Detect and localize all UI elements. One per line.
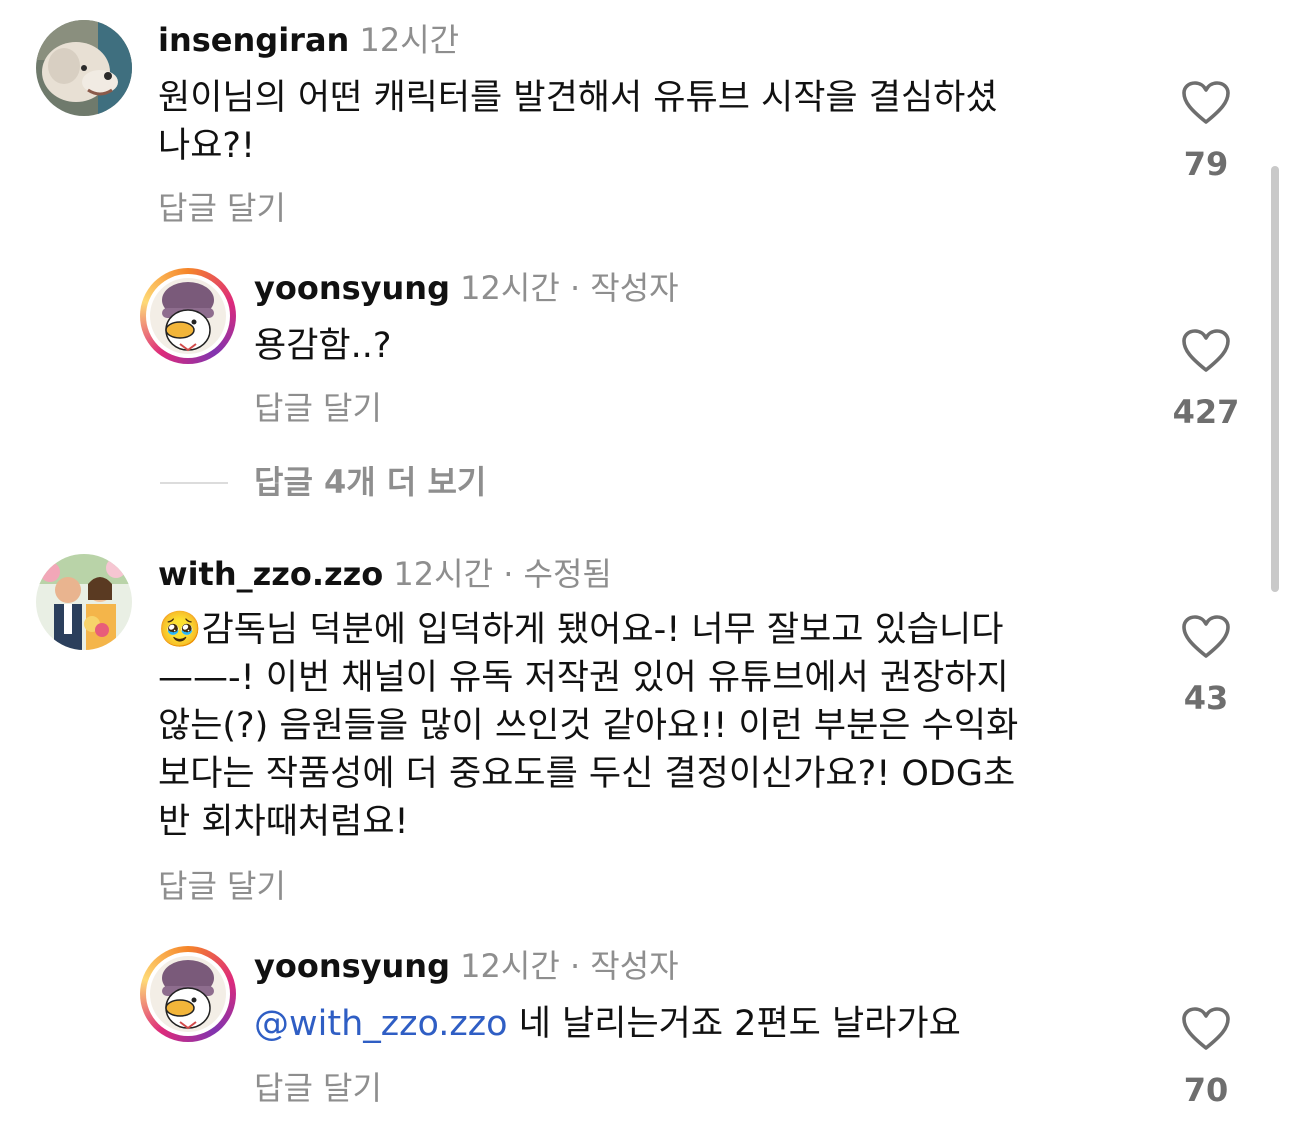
username[interactable]: yoonsyung xyxy=(254,269,450,307)
username[interactable]: with_zzo.zzo xyxy=(158,555,383,593)
timestamp: 12시간 xyxy=(393,555,494,593)
like-count: 70 xyxy=(1183,1071,1229,1109)
timestamp: 12시간 xyxy=(359,21,460,59)
avatar[interactable] xyxy=(36,554,132,650)
reply-button[interactable]: 답글 달기 xyxy=(254,388,382,428)
heart-outline-icon[interactable] xyxy=(1181,614,1231,660)
user-mention-link[interactable]: @with_zzo.zzo xyxy=(254,1004,508,1044)
like-control: 79 xyxy=(1156,80,1256,184)
comment-meta: yoonsyung 12시간 · 작성자 xyxy=(254,946,679,986)
avatar xyxy=(146,274,230,358)
like-count: 427 xyxy=(1172,393,1240,431)
comment-body: 감독님 덕분에 입덕하게 됐어요-! 너무 잘보고 있습니다 ——-! 이번 채… xyxy=(158,610,1019,842)
like-count: 79 xyxy=(1183,145,1229,183)
comment-body: 네 날리는거죠 2편도 날라가요 xyxy=(507,1004,961,1044)
avatar[interactable] xyxy=(36,20,132,116)
like-control: 427 xyxy=(1156,328,1256,432)
comment-text: 🥹감독님 덕분에 입덕하게 됐어요-! 너무 잘보고 있습니다 ——-! 이번 … xyxy=(158,606,1138,846)
scrollbar[interactable] xyxy=(1271,166,1279,592)
reply-button[interactable]: 답글 달기 xyxy=(158,188,286,228)
comment-text: 용감함..? xyxy=(254,326,392,366)
avatar-story-ring[interactable] xyxy=(140,946,236,1042)
separator-dot: · xyxy=(569,947,581,985)
username[interactable]: insengiran xyxy=(158,21,349,59)
avatar-story-ring[interactable] xyxy=(140,268,236,364)
reply-button[interactable]: 답글 달기 xyxy=(158,866,286,906)
edited-badge: 수정됨 xyxy=(523,555,612,593)
separator-dot: · xyxy=(503,555,514,593)
divider-line xyxy=(160,482,228,484)
timestamp: 12시간 xyxy=(460,269,560,307)
author-badge: 작성자 xyxy=(590,269,679,307)
author-badge: 작성자 xyxy=(590,947,679,985)
view-more-replies-label: 답글 4개 더 보기 xyxy=(254,463,487,501)
like-control: 70 xyxy=(1156,1006,1256,1110)
reply-button[interactable]: 답글 달기 xyxy=(254,1068,382,1108)
like-control: 43 xyxy=(1156,614,1256,718)
comment-text: 원이님의 어떤 캐릭터를 발견해서 유튜브 시작을 결심하셨 나요?! xyxy=(158,78,998,166)
heart-outline-icon[interactable] xyxy=(1181,328,1231,374)
separator-dot: · xyxy=(569,269,581,307)
comment-text: @with_zzo.zzo 네 날리는거죠 2편도 날라가요 xyxy=(254,1000,1134,1048)
avatar xyxy=(146,952,230,1036)
pleading-face-emoji: 🥹 xyxy=(158,610,202,650)
heart-outline-icon[interactable] xyxy=(1181,80,1231,126)
like-count: 43 xyxy=(1183,679,1229,717)
comment-meta: yoonsyung 12시간 · 작성자 xyxy=(254,268,679,308)
username[interactable]: yoonsyung xyxy=(254,947,450,985)
heart-outline-icon[interactable] xyxy=(1181,1006,1231,1052)
timestamp: 12시간 xyxy=(460,947,560,985)
comment-meta: insengiran 12시간 xyxy=(158,20,459,60)
comment-meta: with_zzo.zzo 12시간 · 수정됨 xyxy=(158,554,612,594)
